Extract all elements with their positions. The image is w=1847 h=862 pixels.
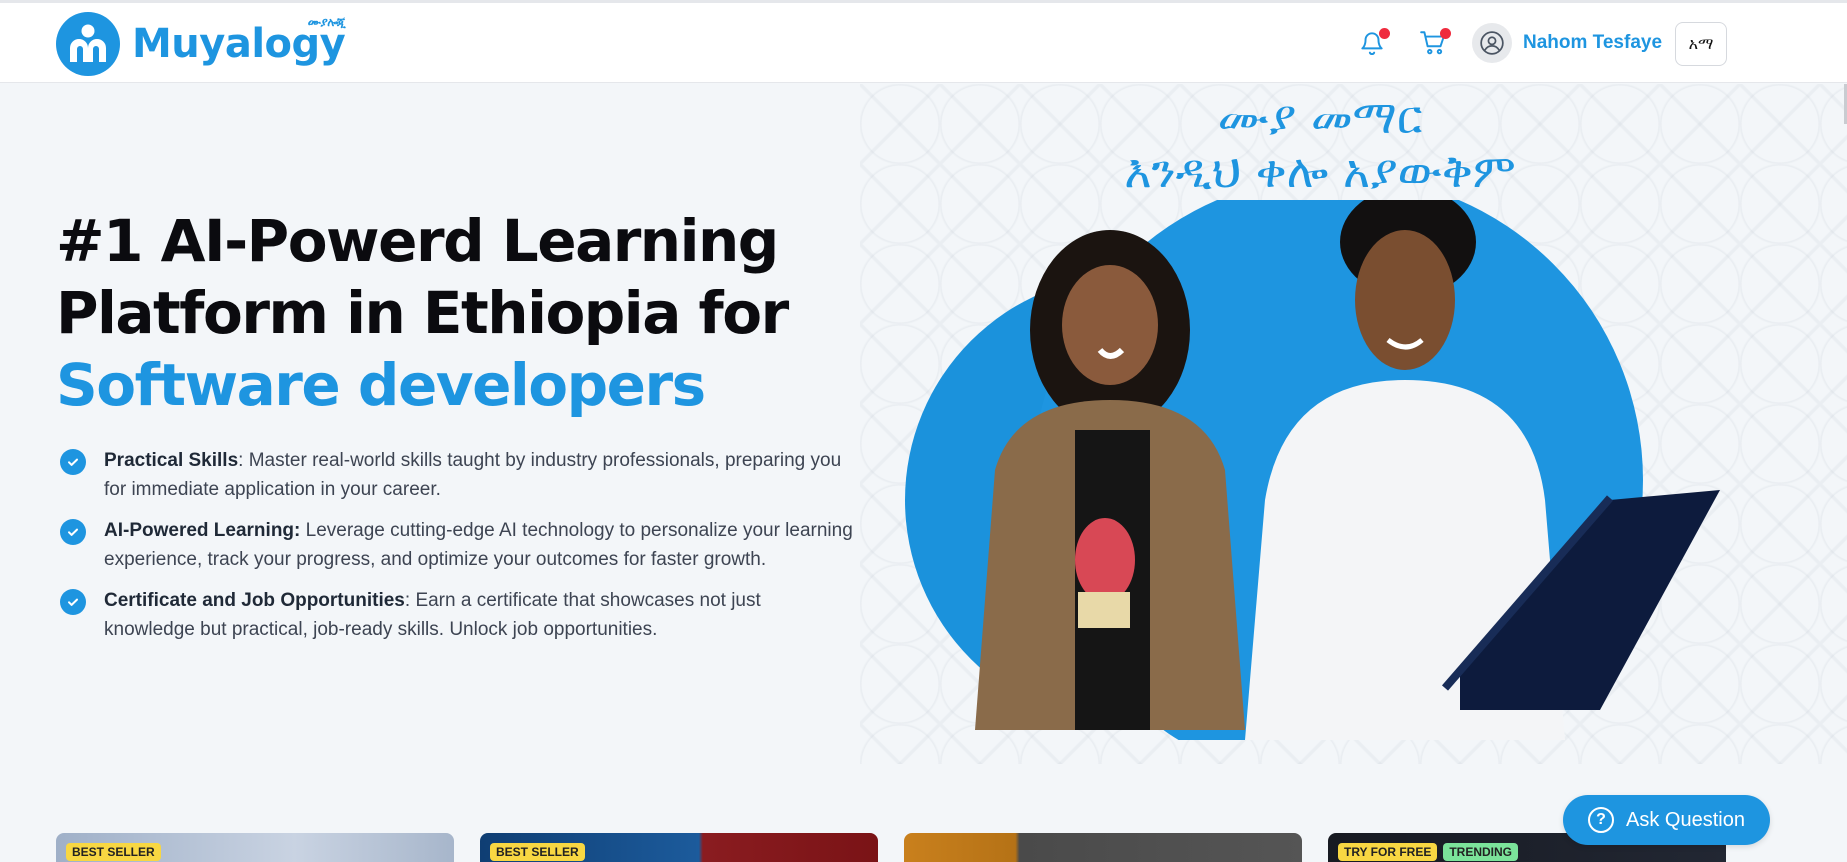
course-card[interactable] (904, 833, 1302, 862)
course-card[interactable]: BEST SELLER (56, 833, 454, 862)
site-header: Muyalogy ሙያሎጂ Nahom Tesfaye አማ (0, 3, 1847, 83)
amharic-tagline-line1: ሙያ መማር (1217, 90, 1423, 144)
feature-item: Certificate and Job Opportunities: Earn … (56, 586, 856, 644)
question-icon: ? (1588, 807, 1615, 833)
language-toggle-button[interactable]: አማ (1675, 22, 1727, 66)
hero-title: #1 AI-Powerd Learning Platform in Ethiop… (56, 205, 789, 421)
feature-item: AI-Powered Learning: Leverage cutting-ed… (56, 516, 856, 574)
badge-try-for-free: TRY FOR FREE (1338, 843, 1438, 861)
user-name-link[interactable]: Nahom Tesfaye (1523, 32, 1662, 54)
feature-title: Certificate and Job Opportunities (104, 590, 405, 611)
feature-item: Practical Skills: Master real-world skil… (56, 446, 856, 504)
check-icon (60, 449, 86, 475)
notification-dot (1379, 28, 1390, 39)
notifications-button[interactable] (1352, 23, 1392, 63)
card-badges: TRY FOR FREE TRENDING (1338, 843, 1519, 861)
course-card-row: BEST SELLER BEST SELLER TRY FOR FREE TRE… (56, 833, 1728, 862)
badge-best-seller: BEST SELLER (490, 843, 585, 861)
ask-question-button[interactable]: ? Ask Question (1563, 795, 1770, 845)
check-icon (60, 519, 86, 545)
feature-title: Practical Skills (104, 450, 239, 471)
feature-list: Practical Skills: Master real-world skil… (56, 446, 856, 656)
logo-mark-icon (56, 12, 120, 76)
ask-question-label: Ask Question (1626, 808, 1745, 831)
hero-illustration (905, 200, 1720, 740)
brand-superscript: ሙያሎጂ (307, 15, 346, 29)
card-badges: BEST SELLER (490, 843, 585, 861)
user-avatar[interactable] (1472, 23, 1512, 63)
hero-title-accent: Software developers (56, 351, 706, 419)
check-icon (60, 589, 86, 615)
course-card[interactable]: BEST SELLER (480, 833, 878, 862)
hero-title-line2: Platform in Ethiopia for (56, 279, 789, 347)
amharic-tagline-line2: እንዲህ ቀሎ አያውቅም (1124, 144, 1516, 198)
brand-logo[interactable]: Muyalogy ሙያሎጂ (56, 11, 346, 77)
user-circle-icon (1480, 31, 1504, 55)
badge-best-seller: BEST SELLER (66, 843, 161, 861)
cart-dot (1440, 28, 1451, 39)
amharic-tagline: ሙያ መማር እንዲህ ቀሎ አያውቅም (1040, 90, 1600, 198)
brand-name: Muyalogy ሙያሎጂ (132, 15, 346, 67)
feature-title: AI-Powered Learning: (104, 520, 301, 541)
hero-title-line1: #1 AI-Powerd Learning (56, 207, 779, 275)
badge-trending: TRENDING (1443, 843, 1519, 861)
cart-button[interactable] (1413, 23, 1453, 63)
card-badges: BEST SELLER (66, 843, 161, 861)
